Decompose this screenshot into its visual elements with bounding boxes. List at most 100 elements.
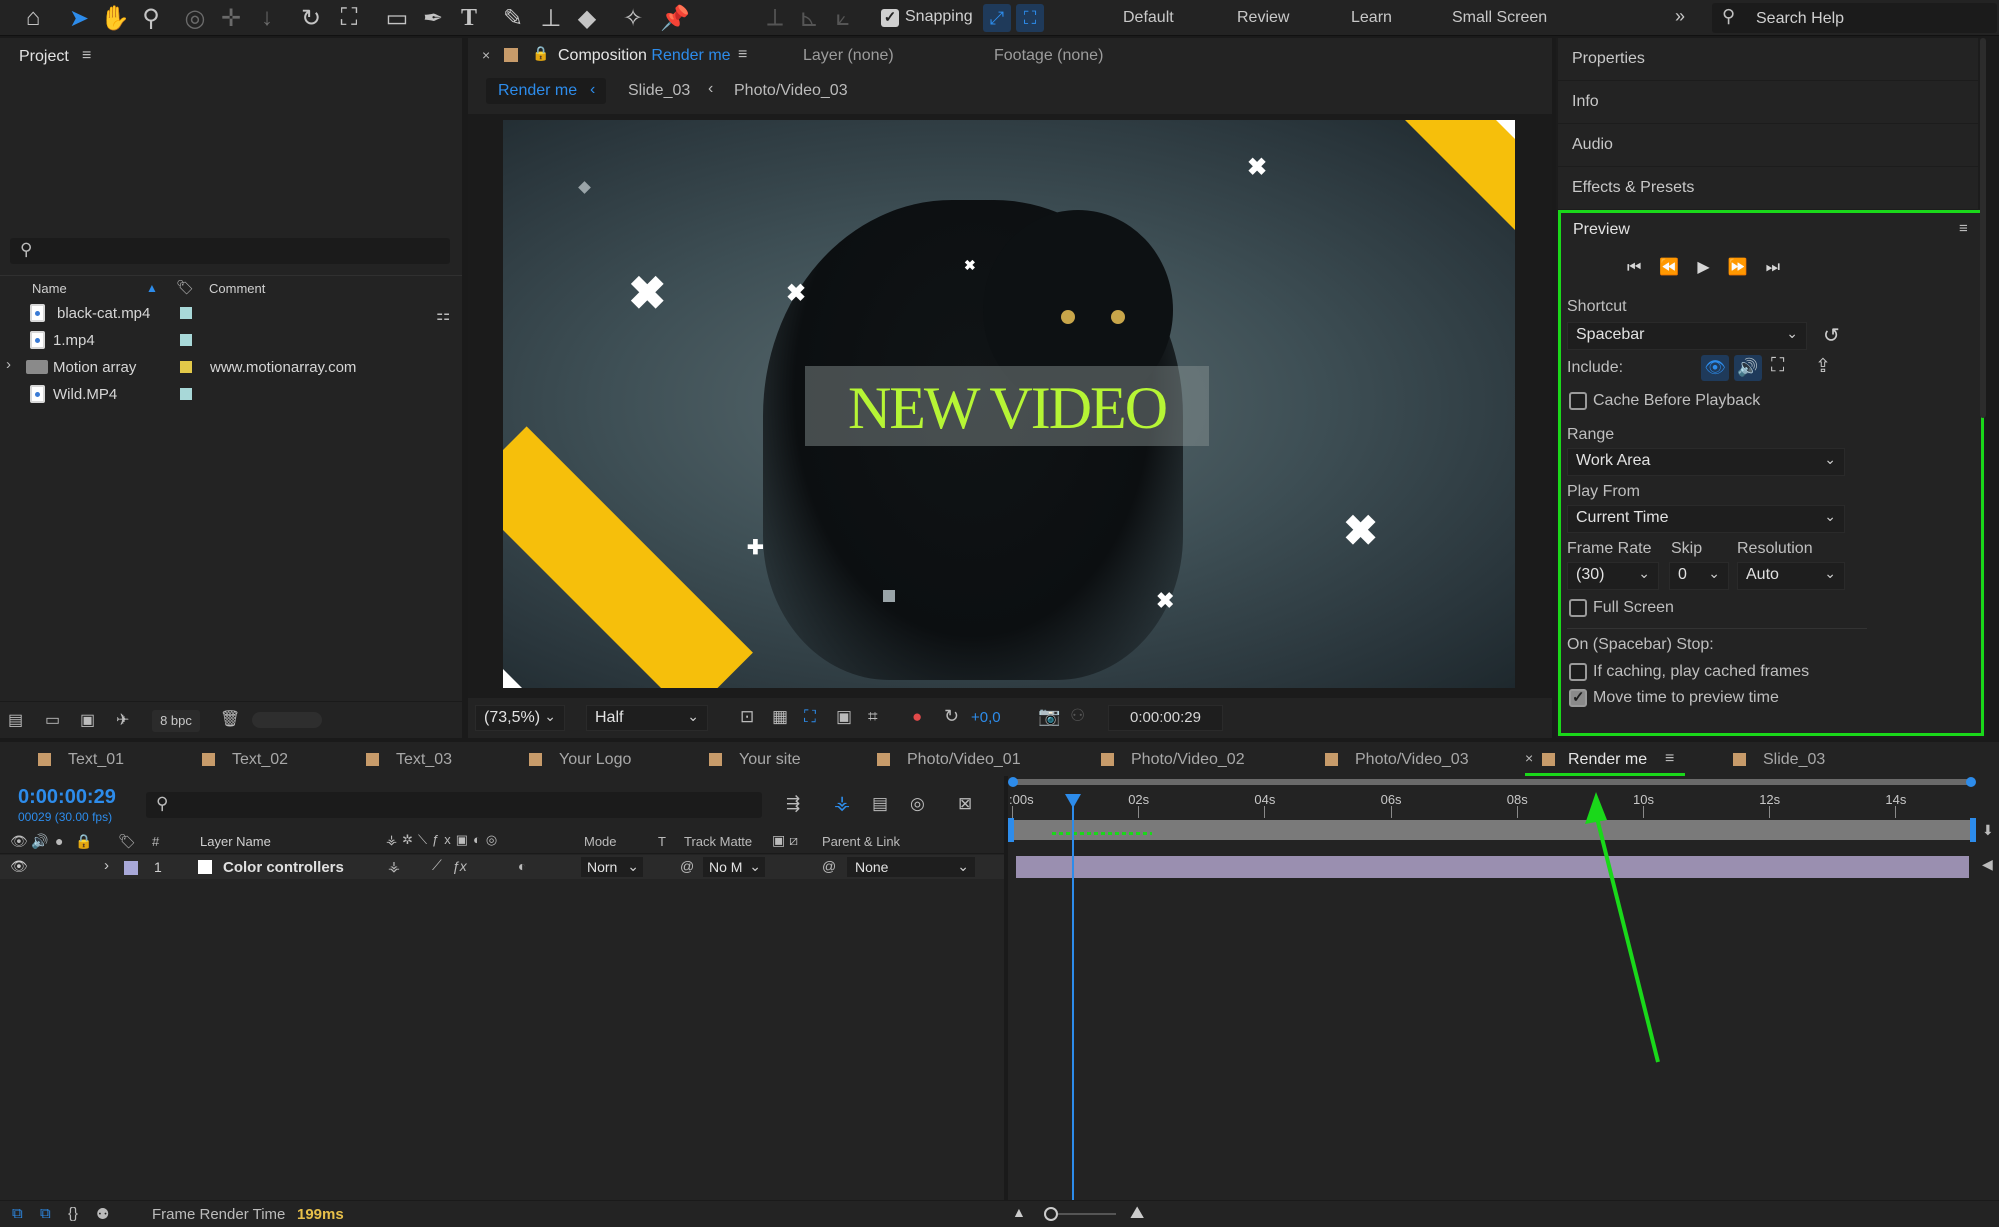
cache-before-playback-checkbox[interactable] bbox=[1569, 392, 1587, 410]
color-channels-icon[interactable]: ● bbox=[912, 707, 922, 727]
draft-3d-icon[interactable]: ⚶ bbox=[834, 792, 850, 815]
breadcrumb-active[interactable]: Render me ‹ bbox=[486, 78, 606, 104]
hand-tool-icon[interactable]: ✋ bbox=[100, 3, 130, 33]
solo-switch-icon[interactable]: ● bbox=[55, 833, 63, 849]
timeline-graph-area[interactable]: :00s 02s 04s 06s 08s 10s 12s 14s ◀ ⬇ bbox=[1008, 776, 1999, 1200]
snap-features-icon[interactable]: ⛶ bbox=[1016, 4, 1044, 32]
next-frame-icon[interactable]: ⏩ bbox=[1728, 259, 1766, 276]
panel-section-info[interactable]: Info bbox=[1558, 81, 1978, 123]
include-audio-icon[interactable]: 🔊 bbox=[1734, 355, 1762, 381]
reset-exposure-icon[interactable]: ↻ bbox=[944, 706, 959, 727]
shy-layers-icon[interactable]: ▤ bbox=[872, 794, 888, 814]
layer-tab[interactable]: Layer (none) bbox=[803, 47, 894, 65]
orbit-camera-icon[interactable]: ◎ bbox=[180, 3, 210, 33]
layer-duration-bar[interactable] bbox=[1016, 856, 1969, 878]
roto-brush-icon[interactable]: ✧ bbox=[618, 3, 648, 33]
label-color-swatch[interactable] bbox=[180, 334, 192, 346]
name-column-header[interactable]: Name bbox=[32, 281, 67, 296]
timeline-tab-render-me[interactable]: Render me bbox=[1568, 751, 1647, 769]
lock-icon[interactable]: 🔒 bbox=[532, 45, 549, 62]
exposure-value[interactable]: +0,0 bbox=[971, 709, 1001, 726]
current-time-indicator[interactable] bbox=[1065, 794, 1082, 1200]
play-icon[interactable]: ▶ bbox=[1697, 259, 1727, 276]
track-matte-dropdown[interactable]: No M ⌄ bbox=[702, 856, 766, 878]
timeline-tab-your-site[interactable]: Your site bbox=[739, 751, 801, 769]
dolly-camera-icon[interactable]: ↓ bbox=[252, 3, 282, 33]
selection-tool-icon[interactable]: ➤ bbox=[64, 3, 94, 33]
breadcrumb-item[interactable]: Slide_03 bbox=[628, 82, 690, 100]
pan-camera-icon[interactable]: ✛ bbox=[216, 3, 246, 33]
layer-row[interactable]: 👁 › 1 Color controllers ⚶ ⟋ ƒx ◐ Norn ⌄ @… bbox=[0, 855, 1004, 879]
skip-dropdown[interactable]: 0 ⌄ bbox=[1669, 562, 1729, 590]
keyframe-navigator-icon[interactable]: ◀ bbox=[1982, 856, 1993, 873]
label-tag-icon[interactable]: 🏷 bbox=[118, 833, 136, 850]
magnification-dropdown[interactable]: (73,5%) ⌄ bbox=[475, 705, 565, 731]
close-tab-icon[interactable]: × bbox=[1525, 750, 1533, 766]
project-item[interactable]: › Motion array www.motionarray.com bbox=[0, 354, 430, 380]
timeline-tab-photo-video-02[interactable]: Photo/Video_02 bbox=[1131, 751, 1245, 769]
first-frame-icon[interactable]: ⏮ bbox=[1627, 259, 1659, 276]
timeline-tab-your-logo[interactable]: Your Logo bbox=[559, 751, 631, 769]
comment-column-header[interactable]: Comment bbox=[209, 281, 265, 296]
matte-pickwhip-icon[interactable]: @ bbox=[680, 858, 694, 874]
video-switch-icon[interactable]: 👁 bbox=[10, 833, 28, 850]
mask-visibility-icon[interactable]: ⛶ bbox=[804, 707, 816, 727]
label-color-swatch[interactable] bbox=[180, 361, 192, 373]
right-panel-scrollbar[interactable] bbox=[1980, 38, 1986, 418]
include-video-icon[interactable]: 👁 bbox=[1701, 355, 1729, 381]
parent-pickwhip-icon[interactable]: @ bbox=[822, 858, 836, 874]
close-comp-icon[interactable]: × bbox=[482, 47, 490, 63]
workspace-small-screen[interactable]: Small Screen bbox=[1452, 9, 1547, 27]
blend-mode-dropdown[interactable]: Norn ⌄ bbox=[580, 856, 644, 878]
time-navigator[interactable] bbox=[1008, 776, 1980, 787]
time-navigator-bar[interactable] bbox=[1010, 779, 1974, 785]
quality-icon[interactable]: ⟋ bbox=[432, 857, 442, 874]
bit-depth-button[interactable]: 8 bpc bbox=[152, 710, 200, 732]
more-workspaces-icon[interactable]: » bbox=[1675, 6, 1685, 27]
snapping-checkbox[interactable]: ✓ bbox=[881, 9, 899, 27]
rotate-tool-icon[interactable]: ↻ bbox=[296, 3, 326, 33]
comp-tab-label[interactable]: Composition Render me bbox=[558, 47, 731, 65]
layer-name[interactable]: Color controllers bbox=[223, 859, 344, 876]
panel-section-audio[interactable]: Audio bbox=[1558, 124, 1978, 166]
current-time-display[interactable]: 0:00:00:29 bbox=[18, 786, 116, 809]
breadcrumb-item[interactable]: Photo/Video_03 bbox=[734, 82, 848, 100]
work-area-bar[interactable] bbox=[1012, 820, 1974, 840]
show-snapshot-icon[interactable]: ⚇ bbox=[1070, 706, 1085, 726]
play-cached-frames-checkbox[interactable] bbox=[1569, 663, 1587, 681]
comp-mini-flowchart-icon[interactable]: ⇶ bbox=[786, 794, 800, 814]
tab-menu-icon[interactable]: ≡ bbox=[1665, 750, 1674, 768]
timeline-tab-slide-03[interactable]: Slide_03 bbox=[1763, 751, 1825, 769]
work-area-end[interactable] bbox=[1970, 818, 1976, 842]
effects-icon[interactable]: ƒx bbox=[452, 858, 467, 874]
timeline-tab-text-01[interactable]: Text_01 bbox=[68, 751, 124, 769]
graph-editor-icon[interactable]: ⊠ bbox=[958, 794, 972, 814]
axis-world-icon[interactable]: ⊾ bbox=[794, 3, 824, 33]
footage-tab[interactable]: Footage (none) bbox=[994, 47, 1103, 65]
project-search-input[interactable]: ⚲ bbox=[10, 238, 450, 264]
frame-blending-icon[interactable]: ◎ bbox=[910, 794, 925, 814]
viewer-viewport[interactable]: NEW VIDEO ✖ ✖ ✖ ✖ ✖ ✖ ✚ bbox=[468, 114, 1552, 698]
zoom-out-icon[interactable]: ▲ bbox=[1012, 1204, 1026, 1220]
shortcut-dropdown[interactable]: Spacebar ⌄ bbox=[1567, 322, 1807, 350]
type-tool-icon[interactable]: T bbox=[454, 3, 484, 33]
frame-rate-dropdown[interactable]: (30) ⌄ bbox=[1567, 562, 1659, 590]
puppet-tool-icon[interactable]: 📌 bbox=[660, 3, 690, 33]
workspace-default[interactable]: Default bbox=[1123, 9, 1174, 27]
expand-folder-icon[interactable]: › bbox=[6, 356, 11, 373]
flowchart-icon[interactable]: ⚏ bbox=[436, 305, 450, 325]
play-from-dropdown[interactable]: Current Time ⌄ bbox=[1567, 505, 1845, 533]
preview-menu-icon[interactable]: ≡ bbox=[1959, 220, 1968, 237]
zoom-in-icon[interactable]: ⛰ bbox=[1130, 1203, 1144, 1223]
zoom-slider-handle[interactable] bbox=[1044, 1207, 1058, 1221]
render-time-icon[interactable]: ⚉ bbox=[96, 1205, 109, 1223]
timeline-tab-text-02[interactable]: Text_02 bbox=[232, 751, 288, 769]
brush-tool-icon[interactable]: ✎ bbox=[498, 3, 528, 33]
expand-layer-icon[interactable]: › bbox=[104, 857, 109, 874]
axis-local-icon[interactable]: ⟂ bbox=[760, 3, 790, 33]
transparency-grid-icon[interactable]: ▦ bbox=[772, 707, 788, 727]
fast-preview-icon[interactable]: ⊡ bbox=[740, 707, 754, 727]
move-time-checkbox[interactable] bbox=[1569, 688, 1587, 707]
project-menu-icon[interactable]: ≡ bbox=[82, 47, 91, 65]
previous-frame-icon[interactable]: ⏪ bbox=[1659, 259, 1697, 276]
